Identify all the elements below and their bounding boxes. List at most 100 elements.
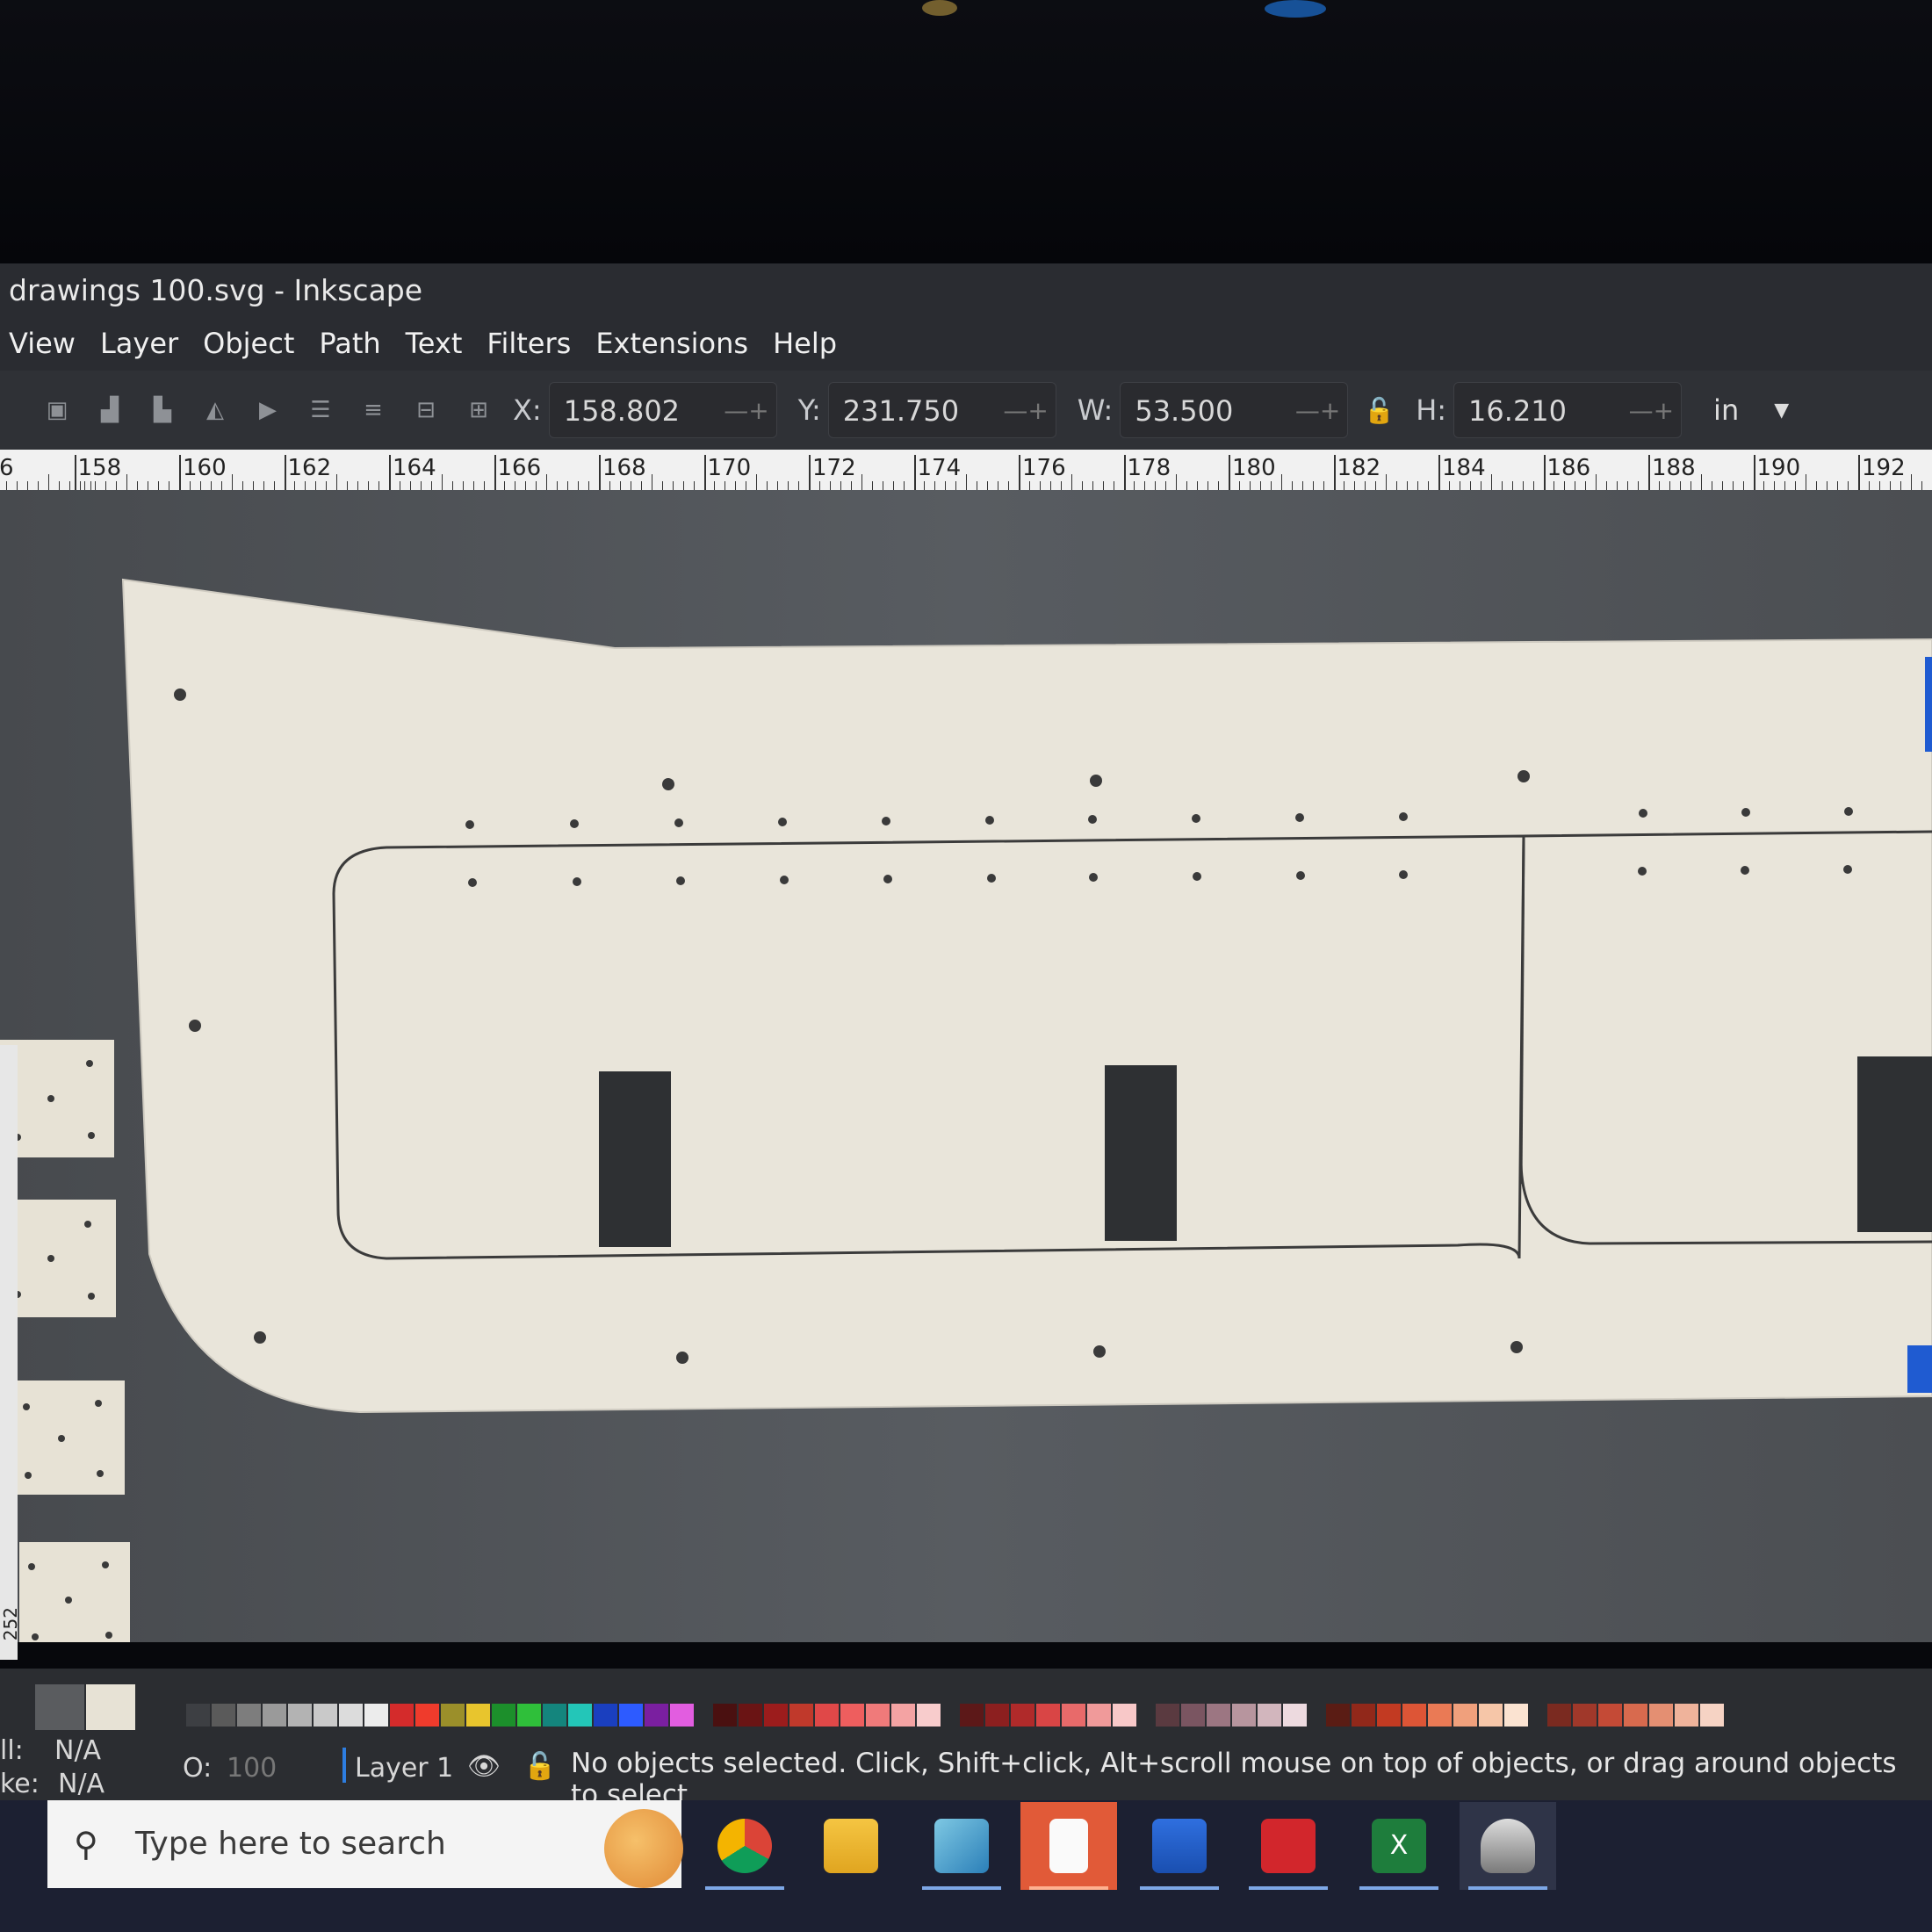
palette-swatch[interactable] xyxy=(1547,1704,1571,1727)
palette-swatch[interactable] xyxy=(840,1704,864,1727)
w-input[interactable]: 53.500 —+ xyxy=(1120,382,1349,439)
palette-swatch[interactable] xyxy=(739,1704,762,1727)
palette-swatch[interactable] xyxy=(212,1704,235,1727)
menu-help[interactable]: Help xyxy=(773,327,837,360)
palette-swatch[interactable] xyxy=(1207,1704,1230,1727)
align-bottom-icon[interactable]: ⊞ xyxy=(465,397,492,423)
palette-swatch[interactable] xyxy=(866,1704,890,1727)
palette-swatch[interactable] xyxy=(1504,1704,1528,1727)
palette-swatch[interactable] xyxy=(917,1704,941,1727)
palette-swatch[interactable] xyxy=(1624,1704,1647,1727)
fill-indicator[interactable] xyxy=(86,1684,135,1730)
palette-swatch[interactable] xyxy=(1087,1704,1111,1727)
eye-icon[interactable]: 👁 xyxy=(467,1751,501,1782)
palette-swatch[interactable] xyxy=(789,1704,813,1727)
palette-swatch[interactable] xyxy=(543,1704,566,1727)
palette-swatch[interactable] xyxy=(1036,1704,1060,1727)
h-input[interactable]: 16.210 —+ xyxy=(1453,382,1683,439)
palette-swatch[interactable] xyxy=(237,1704,261,1727)
align-top-icon[interactable]: ☰ xyxy=(307,397,334,423)
palette-swatch[interactable] xyxy=(314,1704,337,1727)
current-layer[interactable]: Layer 1 xyxy=(355,1753,453,1784)
y-stepper[interactable]: —+ xyxy=(1003,383,1048,439)
notepad-app-icon[interactable] xyxy=(913,1802,1010,1890)
palette-swatch[interactable] xyxy=(1598,1704,1622,1727)
menu-filters[interactable]: Filters xyxy=(487,327,571,360)
excel-icon[interactable]: X xyxy=(1351,1802,1447,1890)
y-input[interactable]: 231.750 —+ xyxy=(827,382,1056,439)
palette-swatch[interactable] xyxy=(670,1704,694,1727)
palette-swatch[interactable] xyxy=(492,1704,515,1727)
palette-swatch[interactable] xyxy=(1675,1704,1698,1727)
lock-icon[interactable]: 🔓 xyxy=(523,1751,556,1782)
palette-swatch[interactable] xyxy=(263,1704,286,1727)
palette-swatch[interactable] xyxy=(1156,1704,1179,1727)
inkscape-icon[interactable] xyxy=(1460,1802,1556,1890)
palette-swatch[interactable] xyxy=(1232,1704,1256,1727)
x-input[interactable]: 158.802 —+ xyxy=(548,382,777,439)
palette-swatch[interactable] xyxy=(1700,1704,1724,1727)
palette-swatch[interactable] xyxy=(1573,1704,1597,1727)
palette-swatch[interactable] xyxy=(1453,1704,1477,1727)
menu-view[interactable]: View xyxy=(9,327,76,360)
palette-swatch[interactable] xyxy=(415,1704,439,1727)
stroke-indicator[interactable] xyxy=(35,1684,84,1730)
file-explorer-icon[interactable] xyxy=(803,1802,899,1890)
calculator-icon[interactable] xyxy=(1131,1802,1228,1890)
palette-swatch[interactable] xyxy=(1326,1704,1350,1727)
palette-swatch[interactable] xyxy=(594,1704,617,1727)
palette-swatch[interactable] xyxy=(1258,1704,1281,1727)
palette-swatch[interactable] xyxy=(517,1704,541,1727)
files-app-icon[interactable] xyxy=(1020,1802,1117,1890)
palette-swatch[interactable] xyxy=(764,1704,788,1727)
palette-swatch[interactable] xyxy=(815,1704,839,1727)
menu-layer[interactable]: Layer xyxy=(100,327,178,360)
align-center-icon[interactable]: ⊟ xyxy=(413,397,439,423)
palette-swatch[interactable] xyxy=(713,1704,737,1727)
palette-swatch[interactable] xyxy=(619,1704,643,1727)
palette-swatch[interactable] xyxy=(1352,1704,1375,1727)
palette-swatch[interactable] xyxy=(960,1704,984,1727)
palette-swatch[interactable] xyxy=(186,1704,210,1727)
palette-swatch[interactable] xyxy=(1649,1704,1673,1727)
menu-path[interactable]: Path xyxy=(319,327,380,360)
raise-icon[interactable]: ▟ xyxy=(97,397,123,423)
raise-to-top-icon[interactable]: ▣ xyxy=(44,397,70,423)
palette-swatch[interactable] xyxy=(568,1704,592,1727)
menu-text[interactable]: Text xyxy=(406,327,463,360)
palette-swatch[interactable] xyxy=(1011,1704,1034,1727)
align-left-icon[interactable]: ≡ xyxy=(360,397,386,423)
lock-proportions-icon[interactable]: 🔓 xyxy=(1364,396,1395,425)
palette-swatch[interactable] xyxy=(390,1704,414,1727)
palette-swatch[interactable] xyxy=(1377,1704,1401,1727)
h-stepper[interactable]: —+ xyxy=(1629,383,1674,439)
horizontal-ruler[interactable]: 6 158 160 162 164 166 168 170 172 174 176 178 180 182… xyxy=(0,450,1932,490)
taskbar-search[interactable]: ⚲ Type here to search xyxy=(47,1800,683,1888)
palette-swatch[interactable] xyxy=(645,1704,668,1727)
x-stepper[interactable]: —+ xyxy=(724,383,768,439)
palette-swatch[interactable] xyxy=(1479,1704,1503,1727)
palette-swatch[interactable] xyxy=(1113,1704,1136,1727)
lower-icon[interactable]: ▙ xyxy=(149,397,176,423)
palette-swatch[interactable] xyxy=(466,1704,490,1727)
palette-swatch[interactable] xyxy=(288,1704,312,1727)
palette-swatch[interactable] xyxy=(1062,1704,1085,1727)
w-stepper[interactable]: —+ xyxy=(1295,383,1340,439)
palette-swatch[interactable] xyxy=(441,1704,465,1727)
drawing-canvas[interactable] xyxy=(0,490,1932,1642)
palette-swatch[interactable] xyxy=(985,1704,1009,1727)
vertical-ruler[interactable]: 252 xyxy=(0,1045,21,1660)
flip-horizontal-icon[interactable]: ◭ xyxy=(202,397,228,423)
palette-swatch[interactable] xyxy=(339,1704,363,1727)
flip-vertical-icon[interactable]: ▶ xyxy=(255,397,281,423)
menu-object[interactable]: Object xyxy=(203,327,294,360)
acrobat-icon[interactable] xyxy=(1240,1802,1337,1890)
menu-extensions[interactable]: Extensions xyxy=(595,327,748,360)
palette-swatch[interactable] xyxy=(1283,1704,1307,1727)
opacity-value[interactable]: 100 xyxy=(227,1753,277,1784)
unit-dropdown[interactable]: in ▼ xyxy=(1713,393,1789,427)
palette-swatch[interactable] xyxy=(1428,1704,1452,1727)
palette-swatch[interactable] xyxy=(1181,1704,1205,1727)
palette-swatch[interactable] xyxy=(364,1704,388,1727)
palette-swatch[interactable] xyxy=(891,1704,915,1727)
